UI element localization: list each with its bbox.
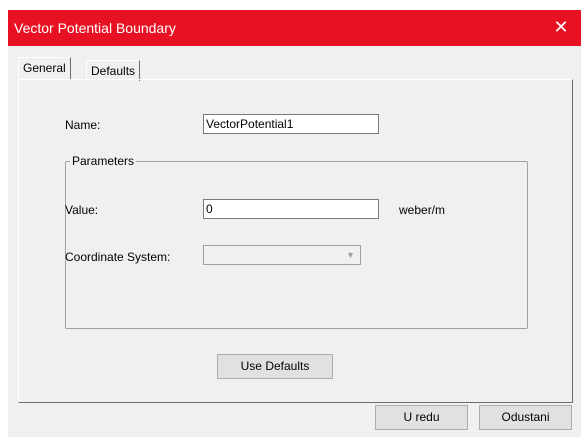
dialog-body: General Defaults Name: Parameters Value:… [8,46,581,437]
cancel-button[interactable]: Odustani [479,405,572,430]
general-tab-panel: Name: Parameters Value: weber/m Coordina… [18,79,573,403]
chevron-down-icon: ▼ [346,250,355,260]
window-title: Vector Potential Boundary [14,20,176,36]
name-field[interactable] [203,114,379,134]
value-label: Value: [65,203,99,217]
tab-defaults[interactable]: Defaults [86,60,141,81]
name-label: Name: [65,118,101,132]
coordinate-system-dropdown[interactable]: ▼ [203,245,361,265]
ok-button[interactable]: U redu [375,405,468,430]
coordinate-system-label: Coordinate System: [65,250,171,264]
value-field[interactable] [203,199,379,219]
use-defaults-button[interactable]: Use Defaults [217,354,333,379]
title-bar[interactable]: Vector Potential Boundary ✕ [8,10,581,46]
parameters-group-label: Parameters [70,154,137,168]
close-icon[interactable]: ✕ [551,16,571,38]
tab-general[interactable]: General [18,57,71,79]
value-unit-label: weber/m [399,203,446,217]
